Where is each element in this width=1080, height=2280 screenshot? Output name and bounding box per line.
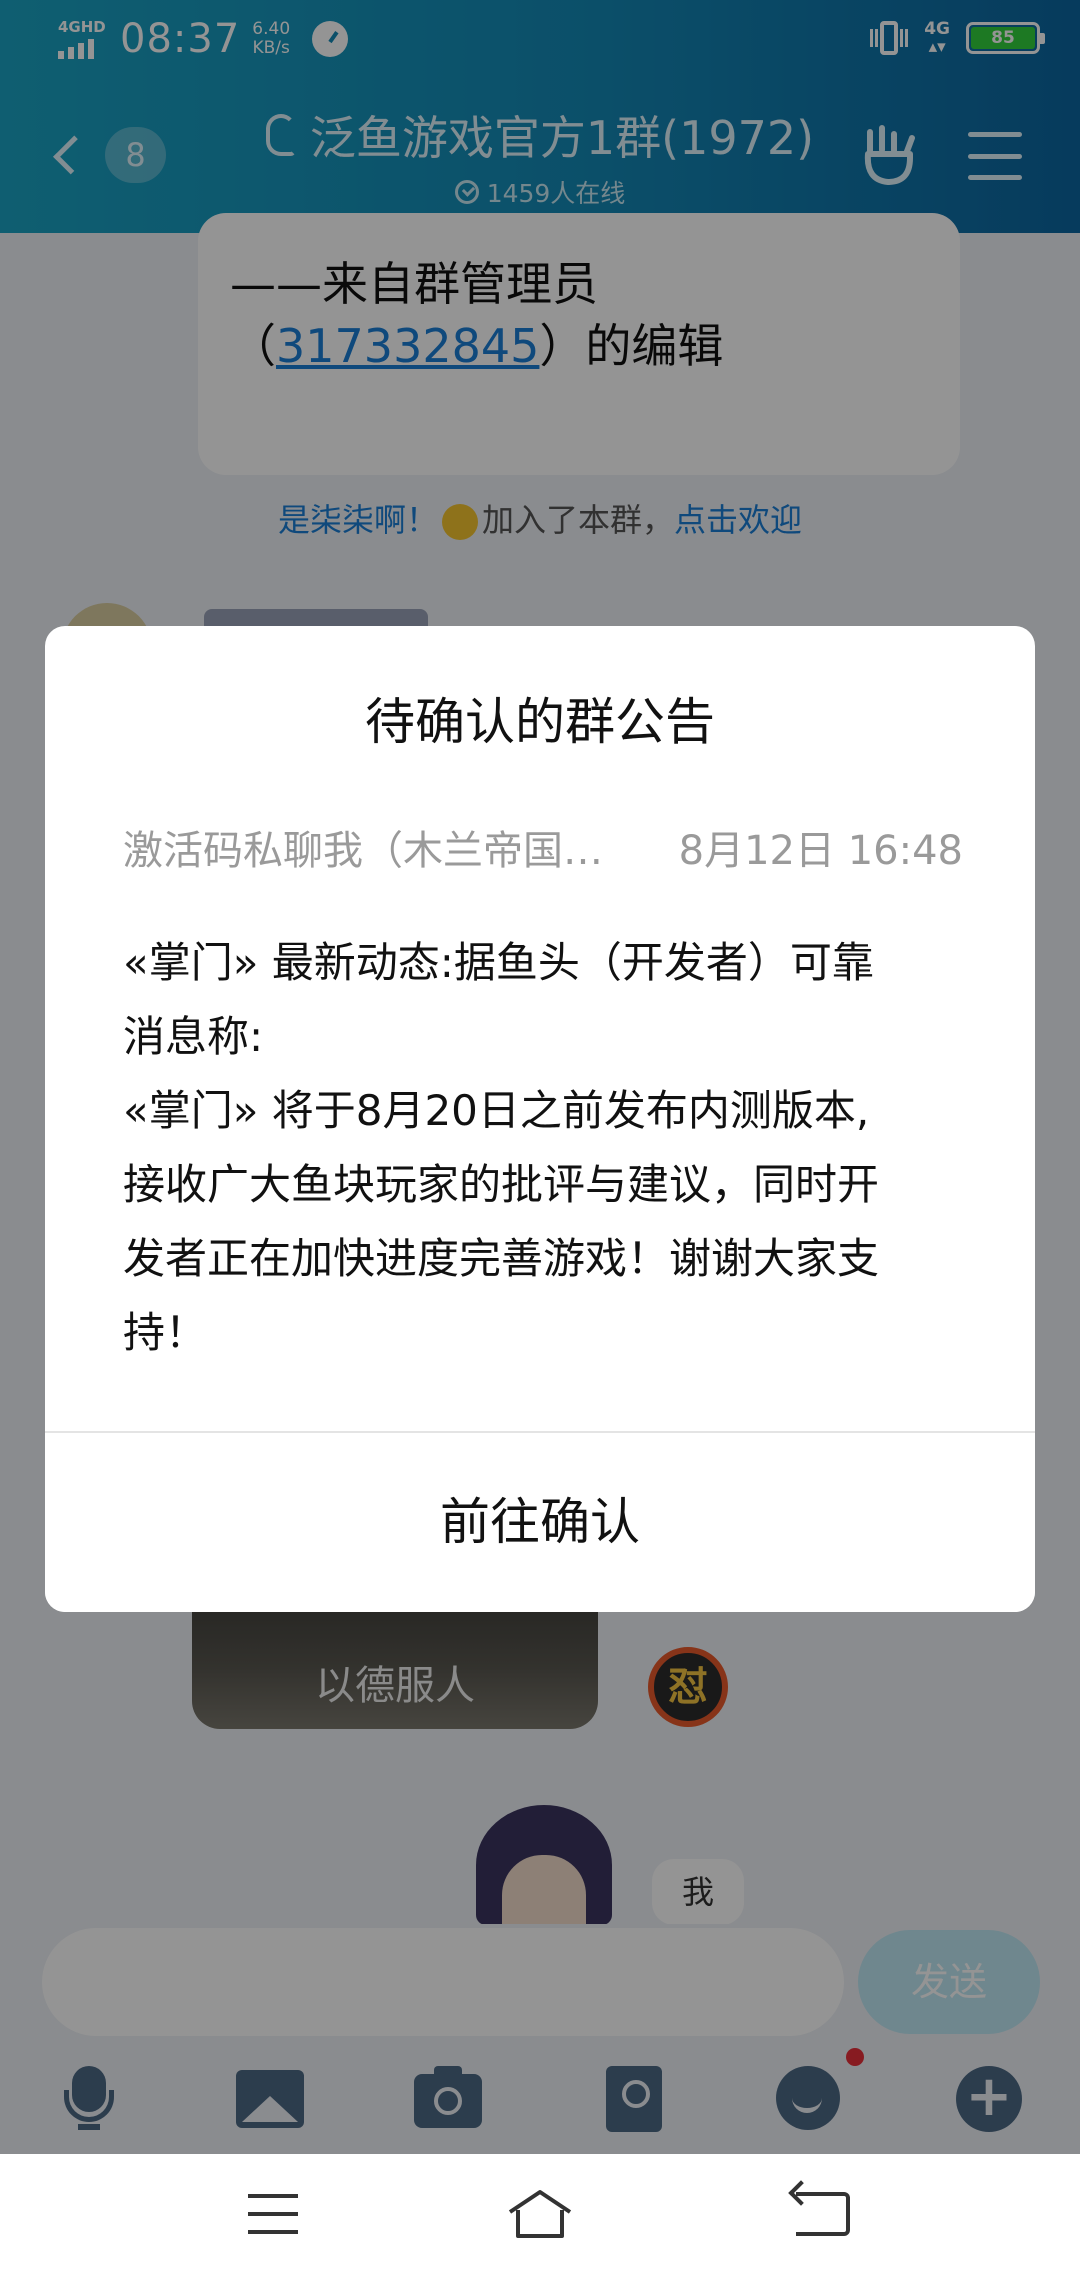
nav-back-icon[interactable] <box>796 2192 850 2236</box>
recent-apps-icon[interactable] <box>248 2194 298 2234</box>
announcement-line: 持！ <box>123 1308 208 1357</box>
dialog-title: 待确认的群公告 <box>365 693 715 751</box>
go-confirm-button[interactable]: 前往确认 <box>45 1433 1035 1612</box>
announcement-author: 激活码私聊我（木兰帝国… <box>123 828 603 874</box>
home-icon[interactable] <box>506 2188 574 2240</box>
announcement-meta: 激活码私聊我（木兰帝国… 8月12日 16:48 <box>123 818 963 876</box>
announcement-line: «掌门» 最新动态:据鱼头（开发者）可靠 <box>123 938 874 987</box>
announcement-line: 接收广大鱼块玩家的批评与建议，同时开 <box>123 1160 880 1209</box>
pending-announcement-dialog: 待确认的群公告 激活码私聊我（木兰帝国… 8月12日 16:48 «掌门» 最新… <box>45 626 1035 1612</box>
announcement-line: 发者正在加快进度完善游戏！谢谢大家支 <box>123 1234 880 1283</box>
system-nav-bar <box>0 2154 1080 2280</box>
announcement-date: 8月12日 16:48 <box>678 828 963 874</box>
announcement-body: «掌门» 最新动态:据鱼头（开发者）可靠 消息称: «掌门» 将于8月20日之前… <box>123 926 983 1370</box>
announcement-line: 消息称: <box>123 1012 264 1061</box>
announcement-line: «掌门» 将于8月20日之前发布内测版本, <box>123 1086 870 1135</box>
